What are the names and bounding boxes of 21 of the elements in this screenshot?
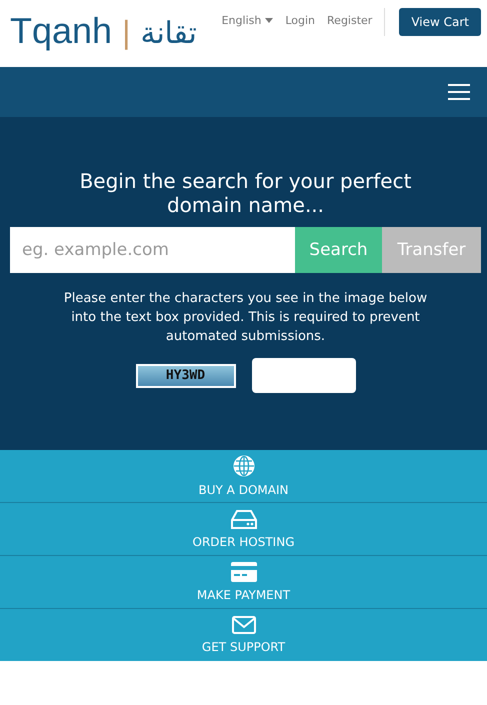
domain-search-field[interactable]: eg. example.com: [10, 227, 295, 273]
captcha-note: Please enter the characters you see in the image below into the text box provided. This is required to prevent automated submissions.: [62, 290, 428, 346]
action-link[interactable]: ORDER HOSTING: [0, 503, 487, 556]
globe-icon: [232, 455, 254, 477]
action-link[interactable]: MAKE PAYMENT: [0, 556, 487, 609]
language-dropdown[interactable]: English: [222, 14, 274, 27]
caret-icon: [265, 18, 274, 23]
envelope-icon: [232, 616, 256, 634]
menu-icon[interactable]: [448, 84, 470, 100]
hero-title: Begin the search for your perfect domain name...: [78, 169, 412, 217]
captcha-image: HY3WD: [136, 364, 236, 388]
credit-card-icon: [230, 562, 256, 582]
nav-link[interactable]: Login: [285, 14, 316, 27]
server-icon: [230, 509, 256, 529]
nav-link[interactable]: Register: [327, 14, 372, 27]
view-cart-button[interactable]: View Cart: [399, 8, 481, 36]
transfer-button[interactable]: Transfer: [382, 227, 481, 273]
action-link[interactable]: BUY A DOMAIN: [0, 450, 487, 503]
search-button[interactable]: Search: [295, 227, 382, 273]
action-link[interactable]: GET SUPPORT: [0, 609, 487, 661]
captcha-field[interactable]: [252, 358, 356, 393]
